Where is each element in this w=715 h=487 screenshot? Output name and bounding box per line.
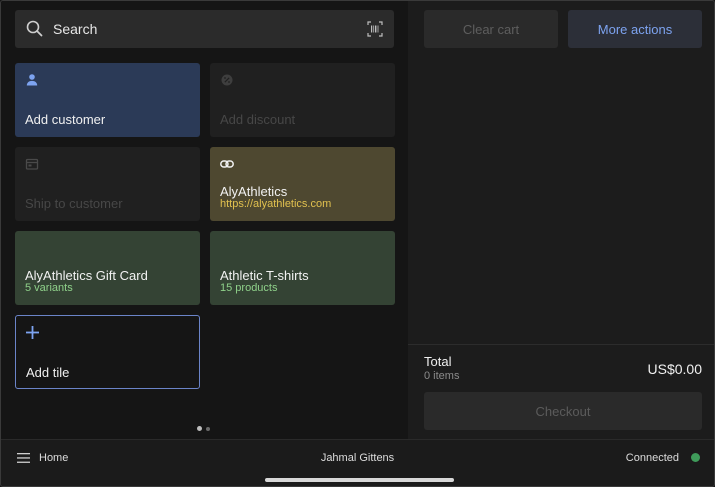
- search-icon: [26, 20, 43, 37]
- tile-title: AlyAthletics: [220, 184, 288, 199]
- tile-title: Add customer: [25, 112, 106, 127]
- total-amount: US$0.00: [647, 361, 702, 377]
- tile-add-customer[interactable]: Add customer: [15, 63, 200, 137]
- tile-ship-to-customer: Ship to customer: [15, 147, 200, 221]
- search-label: Search: [53, 21, 98, 37]
- tile-gift-card[interactable]: AlyAthletics Gift Card 5 variants: [15, 231, 200, 305]
- tile-variant-count: 5 variants: [25, 282, 73, 294]
- pos-screen: Search Add customer Add discount Ship to…: [0, 0, 715, 487]
- tile-add-tile[interactable]: Add tile: [15, 315, 200, 389]
- tile-product-count: 15 products: [220, 282, 278, 294]
- tile-alyathletics-link[interactable]: AlyAthletics https://alyathletics.com: [210, 147, 395, 221]
- tile-title: Athletic T-shirts: [220, 268, 309, 283]
- ship-icon: [25, 158, 39, 170]
- page-dot-active: [197, 426, 202, 432]
- search-bar[interactable]: Search: [15, 10, 394, 48]
- tile-panel: Search Add customer Add discount Ship to…: [1, 1, 408, 439]
- connection-indicator: [691, 453, 700, 462]
- divider: [408, 344, 714, 345]
- tile-title: Add tile: [26, 365, 70, 380]
- link-icon: [220, 160, 234, 168]
- tile-add-discount: Add discount: [210, 63, 395, 137]
- page-indicator[interactable]: [197, 420, 214, 438]
- clear-cart-button[interactable]: Clear cart: [424, 10, 558, 48]
- tile-title: Ship to customer: [25, 196, 123, 211]
- tile-url: https://alyathletics.com: [220, 198, 332, 210]
- item-count: 0 items: [424, 370, 460, 382]
- bottom-bar: Home Jahmal Gittens Connected: [1, 439, 714, 486]
- tile-title: AlyAthletics Gift Card: [25, 268, 148, 283]
- plus-icon: [26, 326, 39, 339]
- staff-name: Jahmal Gittens: [320, 452, 395, 464]
- tile-athletic-tshirts[interactable]: Athletic T-shirts 15 products: [210, 231, 395, 305]
- tile-title: Add discount: [220, 112, 296, 127]
- page-dot: [206, 426, 210, 431]
- cart-panel: Clear cart More actions Total 0 items US…: [408, 1, 714, 439]
- more-actions-button[interactable]: More actions: [568, 10, 702, 48]
- person-icon: [26, 74, 38, 86]
- home-indicator: [265, 478, 454, 482]
- discount-icon: [221, 74, 233, 86]
- barcode-scan-icon[interactable]: [367, 21, 383, 37]
- total-label: Total: [424, 354, 452, 369]
- checkout-button[interactable]: Checkout: [424, 392, 702, 430]
- connection-status: Connected: [625, 452, 679, 464]
